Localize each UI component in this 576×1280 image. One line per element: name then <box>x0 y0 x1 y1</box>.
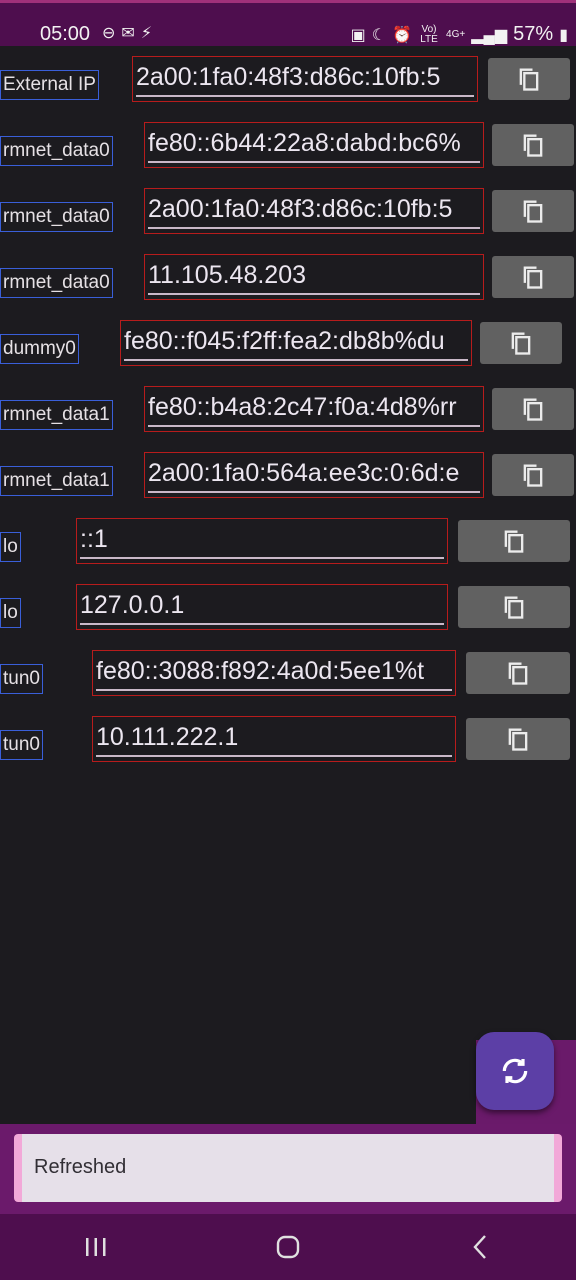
copy-icon <box>519 68 539 91</box>
interface-label: rmnet_data0 <box>0 202 113 232</box>
do-not-disturb-icon: ⊖ <box>102 25 116 42</box>
copy-button[interactable] <box>492 124 574 166</box>
copy-icon <box>523 200 543 223</box>
copy-button[interactable] <box>492 190 574 232</box>
ip-row: rmnet_data0 2a00:1fa0:48f3:d86c:10fb:5 <box>0 178 576 244</box>
refresh-icon <box>502 1058 528 1084</box>
ip-field[interactable]: 10.111.222.1 <box>92 716 456 762</box>
ip-field[interactable]: fe80::b4a8:2c47:f0a:4d8%rr <box>144 386 484 432</box>
system-nav-bar <box>0 1214 576 1280</box>
copy-button[interactable] <box>466 718 570 760</box>
copy-button[interactable] <box>488 58 570 100</box>
copy-button[interactable] <box>492 454 574 496</box>
signal-icon: ▂▄▆ <box>471 26 508 44</box>
recents-button[interactable] <box>56 1222 136 1272</box>
ip-row: rmnet_data0 11.105.48.203 <box>0 244 576 310</box>
copy-button[interactable] <box>466 652 570 694</box>
ip-list: External IP 2a00:1fa0:48f3:d86c:10fb:5 r… <box>0 46 576 1124</box>
interface-label: dummy0 <box>0 334 79 364</box>
status-system-icons: ▣ ☾ ⏰ Vo) LTE 4G+ ▂▄▆ 57% ▮ <box>351 23 568 46</box>
back-icon <box>473 1235 486 1259</box>
copy-button[interactable] <box>492 388 574 430</box>
ip-field[interactable]: 11.105.48.203 <box>144 254 484 300</box>
ip-row: rmnet_data1 2a00:1fa0:564a:ee3c:0:6d:e <box>0 442 576 508</box>
battery-icon: ▮ <box>559 26 568 44</box>
ip-row: dummy0 fe80::f045:f2ff:fea2:db8b%du <box>0 310 576 376</box>
interface-label: lo <box>0 598 21 628</box>
interface-label: rmnet_data1 <box>0 400 113 430</box>
home-icon <box>276 1235 300 1259</box>
snackbar: Refreshed <box>14 1134 562 1202</box>
copy-icon <box>508 728 528 751</box>
snackbar-message: Refreshed <box>34 1156 127 1178</box>
copy-icon <box>523 398 543 421</box>
ip-row: lo 127.0.0.1 <box>0 574 576 640</box>
mail-icon: ✉ <box>121 25 135 42</box>
interface-label: rmnet_data0 <box>0 268 113 298</box>
interface-label: rmnet_data0 <box>0 136 113 166</box>
refresh-button[interactable] <box>476 1032 554 1110</box>
ip-field[interactable]: fe80::f045:f2ff:fea2:db8b%du <box>120 320 472 366</box>
ip-field[interactable]: fe80::6b44:22a8:dabd:bc6% <box>144 122 484 168</box>
copy-icon <box>511 332 531 355</box>
copy-icon <box>504 596 524 619</box>
copy-button[interactable] <box>458 520 570 562</box>
volte-label: Vo) LTE <box>420 23 438 45</box>
ip-row: tun0 fe80::3088:f892:4a0d:5ee1%t <box>0 640 576 706</box>
ip-field[interactable]: 2a00:1fa0:564a:ee3c:0:6d:e <box>144 452 484 498</box>
ip-row: rmnet_data1 fe80::b4a8:2c47:f0a:4d8%rr <box>0 376 576 442</box>
back-button[interactable] <box>440 1222 520 1272</box>
status-notification-icons: ⊖ ✉ ⚡ <box>102 23 152 43</box>
copy-icon <box>523 464 543 487</box>
recents-icon <box>86 1238 106 1256</box>
copy-icon <box>523 134 543 157</box>
battery-percent: 57% <box>513 23 554 45</box>
ip-field[interactable]: fe80::3088:f892:4a0d:5ee1%t <box>92 650 456 696</box>
home-button[interactable] <box>248 1222 328 1272</box>
copy-button[interactable] <box>492 256 574 298</box>
interface-label: rmnet_data1 <box>0 466 113 496</box>
interface-label: lo <box>0 532 21 562</box>
charging-icon: ⚡ <box>140 25 153 42</box>
ip-row: lo ::1 <box>0 508 576 574</box>
sleep-icon: ☾ <box>371 26 387 44</box>
network-gen-label: 4G+ <box>446 28 466 40</box>
copy-icon <box>523 266 543 289</box>
interface-label: tun0 <box>0 730 43 760</box>
status-time: 05:00 <box>40 23 91 45</box>
ip-row: rmnet_data0 fe80::6b44:22a8:dabd:bc6% <box>0 112 576 178</box>
ip-field[interactable]: 2a00:1fa0:48f3:d86c:10fb:5 <box>144 188 484 234</box>
ip-field[interactable]: 127.0.0.1 <box>76 584 448 630</box>
copy-icon <box>508 662 528 685</box>
ip-field[interactable]: 2a00:1fa0:48f3:d86c:10fb:5 <box>132 56 478 102</box>
copy-icon <box>504 530 524 553</box>
copy-button[interactable] <box>480 322 562 364</box>
sim-icon: ▣ <box>350 26 366 44</box>
ip-field[interactable]: ::1 <box>76 518 448 564</box>
interface-label: tun0 <box>0 664 43 694</box>
ip-row: External IP 2a00:1fa0:48f3:d86c:10fb:5 <box>0 46 576 112</box>
alarm-icon: ⏰ <box>392 26 413 44</box>
ip-row: tun0 10.111.222.1 <box>0 706 576 772</box>
interface-label: External IP <box>0 70 99 100</box>
copy-button[interactable] <box>458 586 570 628</box>
